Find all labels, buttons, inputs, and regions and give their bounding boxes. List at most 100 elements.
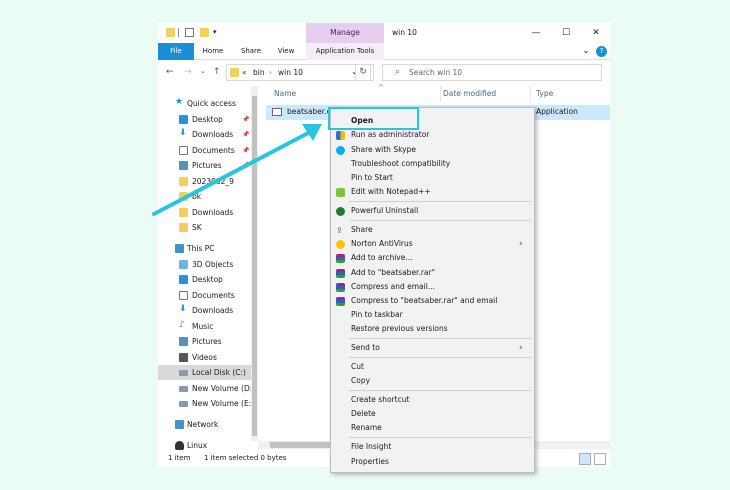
scrollbar-thumb[interactable] <box>252 96 257 436</box>
tab-share[interactable]: Share <box>236 43 266 60</box>
column-type[interactable]: Type <box>536 89 553 98</box>
nav-label: bk <box>192 192 202 201</box>
nav-item-this-pc[interactable]: This PC <box>158 241 258 256</box>
nav-item-videos[interactable]: Videos <box>158 350 258 365</box>
menu-item-pin-to-start[interactable]: Pin to Start <box>331 171 534 185</box>
column-name[interactable]: Name <box>274 89 296 98</box>
help-icon[interactable]: ? <box>596 46 607 57</box>
menu-item-run-as-administrator[interactable]: Run as administrator <box>331 128 534 142</box>
menu-separator <box>349 390 531 391</box>
nav-pane-scrollbar[interactable] <box>251 86 258 441</box>
menu-label: Cut <box>351 362 364 371</box>
breadcrumb-bin[interactable]: bin <box>253 68 265 77</box>
folder-icon <box>179 223 188 232</box>
properties-checkbox-icon[interactable] <box>185 28 194 37</box>
menu-item-rename[interactable]: Rename <box>331 421 534 435</box>
customize-qa-dropdown-icon[interactable]: ▾ <box>213 28 222 37</box>
menu-item-pin-to-taskbar[interactable]: Pin to taskbar <box>331 308 534 322</box>
breadcrumb-separator-icon: › <box>269 68 272 77</box>
winrar-icon <box>336 297 345 306</box>
large-icons-view-button[interactable] <box>594 453 606 465</box>
menu-separator <box>349 220 531 221</box>
nav-item-downloads-pinned[interactable]: ⬇ Downloads 📌 <box>158 127 258 142</box>
file-list-header: Name ^ Date modified Type <box>266 83 610 102</box>
nav-item-pictures[interactable]: Pictures <box>158 334 258 349</box>
nav-item-pictures-pinned[interactable]: Pictures 📌 <box>158 158 258 173</box>
nav-item-folder-downloads[interactable]: Downloads <box>158 205 258 220</box>
menu-label: Properties <box>351 457 389 466</box>
nav-item-folder-sk[interactable]: SK <box>158 220 258 235</box>
menu-item-share-with-skype[interactable]: Share with Skype <box>331 143 534 157</box>
up-button[interactable]: ↑ <box>213 67 221 77</box>
column-date-modified[interactable]: Date modified <box>443 89 496 98</box>
recent-locations-button[interactable]: ⌄ <box>200 67 206 75</box>
menu-item-properties[interactable]: Properties <box>331 455 534 469</box>
nav-label: Downloads <box>192 208 234 217</box>
nav-item-desktop[interactable]: Desktop <box>158 272 258 287</box>
pin-icon: 📌 <box>242 116 250 123</box>
nav-item-network[interactable]: Network <box>158 417 258 432</box>
menu-item-delete[interactable]: Delete <box>331 407 534 421</box>
menu-label: Norton AntiVirus <box>351 239 413 248</box>
nav-item-folder-bk[interactable]: bk <box>158 189 258 204</box>
nav-item-documents[interactable]: Documents <box>158 288 258 303</box>
menu-item-compress-to-rar-and-email[interactable]: Compress to "beatsaber.rar" and email <box>331 294 534 308</box>
menu-item-cut[interactable]: Cut <box>331 360 534 374</box>
winrar-icon <box>336 254 345 263</box>
nav-item-quick-access[interactable]: ★ Quick access <box>158 96 258 111</box>
nav-item-new-volume-e[interactable]: New Volume (E:) <box>158 396 258 411</box>
menu-item-norton-antivirus[interactable]: Norton AntiVirus › <box>331 237 534 251</box>
column-separator[interactable] <box>530 86 531 102</box>
folder-icon <box>230 68 239 77</box>
details-view-button[interactable] <box>579 453 591 465</box>
nav-item-folder-2023082[interactable]: 2023082_9 <box>158 174 258 189</box>
search-icon: ⌕ <box>395 67 401 77</box>
nav-item-new-volume-d[interactable]: New Volume (D:) <box>158 381 258 396</box>
nav-item-music[interactable]: ♪ Music <box>158 319 258 334</box>
menu-item-create-shortcut[interactable]: Create shortcut <box>331 393 534 407</box>
menu-item-troubleshoot-compatibility[interactable]: Troubleshoot compatibility <box>331 157 534 171</box>
tab-application-tools[interactable]: Application Tools <box>306 43 384 60</box>
tab-home[interactable]: Home <box>198 43 228 60</box>
menu-item-edit-with-notepad-plus[interactable]: Edit with Notepad++ <box>331 185 534 199</box>
nav-label: Quick access <box>187 99 236 108</box>
breadcrumb-win10[interactable]: win 10 <box>278 68 303 77</box>
menu-separator <box>349 201 531 202</box>
nav-item-desktop-pinned[interactable]: Desktop 📌 <box>158 112 258 127</box>
pin-icon: 📌 <box>242 147 250 154</box>
forward-button[interactable]: → <box>184 67 192 77</box>
nav-label: New Volume (D:) <box>192 384 256 393</box>
menu-item-send-to[interactable]: Send to › <box>331 341 534 355</box>
search-input[interactable]: ⌕ Search win 10 <box>382 64 602 81</box>
menu-item-share[interactable]: ⇪ Share <box>331 223 534 237</box>
new-folder-icon[interactable] <box>200 28 209 37</box>
back-button[interactable]: ← <box>166 67 174 77</box>
close-button[interactable]: ✕ <box>582 23 610 43</box>
nav-item-downloads[interactable]: ⬇ Downloads <box>158 303 258 318</box>
menu-item-restore-previous-versions[interactable]: Restore previous versions <box>331 322 534 336</box>
nav-item-documents-pinned[interactable]: Documents 📌 <box>158 143 258 158</box>
minimize-button[interactable]: — <box>522 23 550 43</box>
documents-icon <box>179 146 188 155</box>
chevron-down-icon[interactable]: ⌄ <box>580 43 592 60</box>
menu-item-add-to-archive[interactable]: Add to archive... <box>331 251 534 265</box>
tab-view[interactable]: View <box>272 43 300 60</box>
menu-item-powerful-uninstall[interactable]: Powerful Uninstall <box>331 204 534 218</box>
menu-item-compress-and-email[interactable]: Compress and email... <box>331 280 534 294</box>
nav-label: This PC <box>187 244 215 253</box>
breadcrumb-overflow[interactable]: « <box>242 68 247 77</box>
scrollbar-thumb[interactable] <box>270 442 332 448</box>
maximize-button[interactable]: ☐ <box>552 23 580 43</box>
address-bar[interactable]: « bin › win 10 ⌄ <box>226 64 374 81</box>
videos-icon <box>179 353 188 362</box>
menu-item-add-to-beatsaber-rar[interactable]: Add to "beatsaber.rar" <box>331 266 534 280</box>
refresh-button[interactable]: ↻ <box>355 64 371 81</box>
skype-icon <box>336 146 345 155</box>
menu-item-file-insight[interactable]: File Insight <box>331 440 534 454</box>
column-separator[interactable] <box>440 86 441 102</box>
nav-item-local-disk-c[interactable]: Local Disk (C:) <box>158 365 258 380</box>
menu-item-copy[interactable]: Copy <box>331 374 534 388</box>
nav-item-3d-objects[interactable]: 3D Objects <box>158 257 258 272</box>
manage-tab-header[interactable]: Manage <box>306 23 384 43</box>
tab-file[interactable]: File <box>158 43 194 60</box>
